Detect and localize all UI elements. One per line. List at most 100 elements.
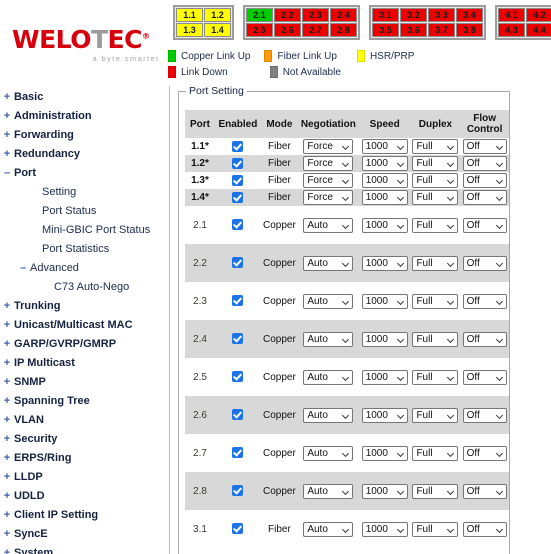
- expand-icon[interactable]: +: [0, 430, 14, 449]
- sidebar-item-port-status[interactable]: Port Status: [0, 202, 169, 221]
- expand-icon[interactable]: +: [0, 316, 14, 335]
- enabled-checkbox[interactable]: [232, 485, 244, 497]
- port-led-1-4[interactable]: 1.4: [204, 23, 231, 37]
- flow-control-select[interactable]: Off: [462, 331, 507, 347]
- flow-control-select[interactable]: Off: [462, 483, 507, 499]
- expand-icon[interactable]: +: [0, 335, 14, 354]
- port-led-3-2[interactable]: 3.2: [400, 8, 427, 22]
- duplex-select[interactable]: Full: [412, 217, 459, 233]
- expand-icon[interactable]: +: [0, 525, 14, 544]
- enabled-checkbox[interactable]: [232, 295, 244, 307]
- port-led-2-7[interactable]: 2.7: [302, 23, 329, 37]
- collapse-icon[interactable]: –: [16, 259, 30, 278]
- sidebar-item-port-statistics[interactable]: Port Statistics: [0, 240, 169, 259]
- flow-control-select[interactable]: Off: [462, 521, 507, 537]
- port-led-2-1[interactable]: 2.1: [246, 8, 273, 22]
- port-led-3-7[interactable]: 3.7: [428, 23, 455, 37]
- port-led-1-1[interactable]: 1.1: [176, 8, 203, 22]
- port-led-3-3[interactable]: 3.3: [428, 8, 455, 22]
- port-led-3-4[interactable]: 3.4: [456, 8, 483, 22]
- flow-control-select[interactable]: Off: [462, 217, 507, 233]
- speed-select[interactable]: 1000: [361, 190, 408, 205]
- sidebar-item-ip-multicast[interactable]: + IP Multicast: [0, 354, 169, 373]
- speed-select[interactable]: 1000: [361, 369, 408, 385]
- sidebar-item-forwarding[interactable]: + Forwarding: [0, 126, 169, 145]
- port-led-3-5[interactable]: 3.5: [372, 23, 399, 37]
- sidebar-item-udld[interactable]: + UDLD: [0, 487, 169, 506]
- expand-icon[interactable]: +: [0, 449, 14, 468]
- flow-control-select[interactable]: Off: [462, 173, 507, 188]
- sidebar-item-lldp[interactable]: + LLDP: [0, 468, 169, 487]
- sidebar-item-unicast-multicast-mac[interactable]: + Unicast/Multicast MAC: [0, 316, 169, 335]
- sidebar-item-system[interactable]: + System: [0, 544, 169, 554]
- sidebar-item-port[interactable]: – Port: [0, 164, 169, 183]
- port-led-3-6[interactable]: 3.6: [400, 23, 427, 37]
- expand-icon[interactable]: +: [0, 107, 14, 126]
- speed-select[interactable]: 1000: [361, 407, 408, 423]
- flow-control-select[interactable]: Off: [462, 293, 507, 309]
- collapse-icon[interactable]: –: [0, 164, 14, 183]
- negotiation-select[interactable]: Force: [303, 139, 354, 154]
- sidebar-item-redundancy[interactable]: + Redundancy: [0, 145, 169, 164]
- speed-select[interactable]: 1000: [361, 173, 408, 188]
- flow-control-select[interactable]: Off: [462, 255, 507, 271]
- negotiation-select[interactable]: Auto: [303, 445, 354, 461]
- sidebar-item-synce[interactable]: + SyncE: [0, 525, 169, 544]
- enabled-checkbox[interactable]: [232, 409, 244, 421]
- expand-icon[interactable]: +: [0, 297, 14, 316]
- port-led-2-5[interactable]: 2.5: [246, 23, 273, 37]
- duplex-select[interactable]: Full: [412, 369, 459, 385]
- expand-icon[interactable]: +: [0, 506, 14, 525]
- port-led-2-2[interactable]: 2.2: [274, 8, 301, 22]
- negotiation-select[interactable]: Auto: [303, 255, 354, 271]
- sidebar-item-security[interactable]: + Security: [0, 430, 169, 449]
- duplex-select[interactable]: Full: [412, 521, 459, 537]
- enabled-checkbox[interactable]: [232, 140, 244, 152]
- negotiation-select[interactable]: Auto: [303, 483, 354, 499]
- port-led-4-3[interactable]: 4.3: [498, 23, 525, 37]
- speed-select[interactable]: 1000: [361, 331, 408, 347]
- port-led-4-4[interactable]: 4.4: [526, 23, 551, 37]
- port-led-1-3[interactable]: 1.3: [176, 23, 203, 37]
- speed-select[interactable]: 1000: [361, 217, 408, 233]
- negotiation-select[interactable]: Auto: [303, 369, 354, 385]
- port-led-4-2[interactable]: 4.2: [526, 8, 551, 22]
- duplex-select[interactable]: Full: [412, 331, 459, 347]
- duplex-select[interactable]: Full: [412, 445, 459, 461]
- sidebar-item-setting[interactable]: Setting: [0, 183, 169, 202]
- duplex-select[interactable]: Full: [412, 483, 459, 499]
- port-led-2-3[interactable]: 2.3: [302, 8, 329, 22]
- port-led-2-4[interactable]: 2.4: [330, 8, 357, 22]
- sidebar-item-advanced[interactable]: – Advanced: [0, 259, 169, 278]
- duplex-select[interactable]: Full: [412, 255, 459, 271]
- duplex-select[interactable]: Full: [412, 156, 459, 171]
- negotiation-select[interactable]: Auto: [303, 293, 354, 309]
- port-led-3-8[interactable]: 3.8: [456, 23, 483, 37]
- duplex-select[interactable]: Full: [412, 139, 459, 154]
- enabled-checkbox[interactable]: [232, 333, 244, 345]
- duplex-select[interactable]: Full: [412, 190, 459, 205]
- expand-icon[interactable]: +: [0, 392, 14, 411]
- speed-select[interactable]: 1000: [361, 293, 408, 309]
- negotiation-select[interactable]: Auto: [303, 331, 354, 347]
- enabled-checkbox[interactable]: [232, 257, 244, 269]
- flow-control-select[interactable]: Off: [462, 139, 507, 154]
- sidebar-item-snmp[interactable]: + SNMP: [0, 373, 169, 392]
- negotiation-select[interactable]: Auto: [303, 521, 354, 537]
- expand-icon[interactable]: +: [0, 354, 14, 373]
- flow-control-select[interactable]: Off: [462, 156, 507, 171]
- sidebar-item-c73-auto-nego[interactable]: C73 Auto-Nego: [0, 278, 169, 297]
- expand-icon[interactable]: +: [0, 411, 14, 430]
- sidebar-item-client-ip-setting[interactable]: + Client IP Setting: [0, 506, 169, 525]
- sidebar-item-mini-gbic-port-status[interactable]: Mini-GBIC Port Status: [0, 221, 169, 240]
- sidebar-item-vlan[interactable]: + VLAN: [0, 411, 169, 430]
- expand-icon[interactable]: +: [0, 373, 14, 392]
- sidebar-item-erps-ring[interactable]: + ERPS/Ring: [0, 449, 169, 468]
- duplex-select[interactable]: Full: [412, 173, 459, 188]
- duplex-select[interactable]: Full: [412, 293, 459, 309]
- flow-control-select[interactable]: Off: [462, 190, 507, 205]
- enabled-checkbox[interactable]: [232, 157, 244, 169]
- speed-select[interactable]: 1000: [361, 156, 408, 171]
- speed-select[interactable]: 1000: [361, 521, 408, 537]
- enabled-checkbox[interactable]: [232, 174, 244, 186]
